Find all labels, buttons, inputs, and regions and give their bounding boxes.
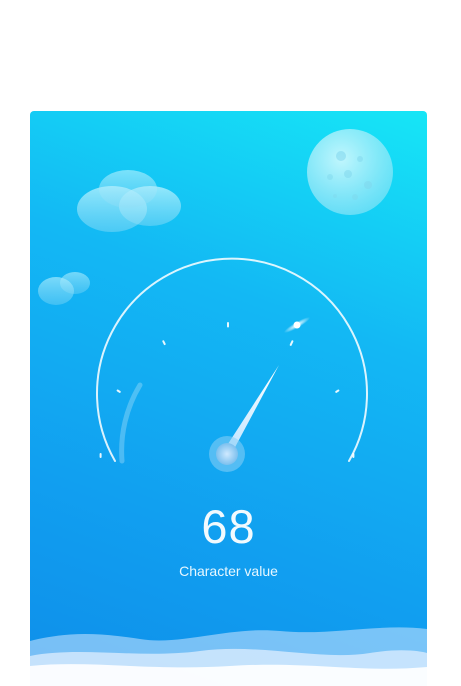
cloud-icon: [77, 170, 181, 232]
background-scene: [30, 129, 427, 686]
character-score: 68: [201, 500, 256, 553]
gauge-dial: [96, 257, 368, 472]
moon-icon: [307, 129, 393, 215]
cloud-icon: [38, 272, 90, 305]
wave-decoration: [30, 627, 427, 686]
character-label: Character value: [179, 563, 278, 579]
gauge-card: 68 Character value: [30, 111, 427, 686]
